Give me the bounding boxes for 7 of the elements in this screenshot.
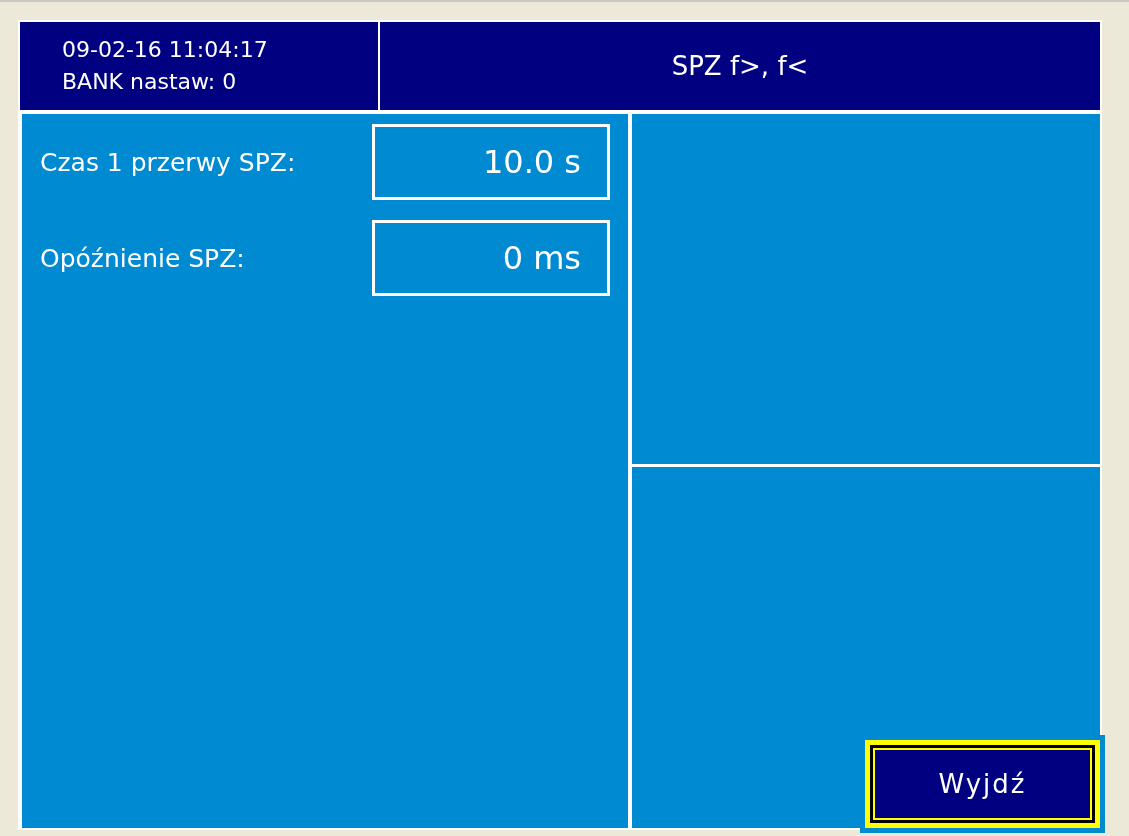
settings-bank: BANK nastaw: 0 bbox=[62, 68, 238, 96]
value-field[interactable]: 10.0 s bbox=[372, 124, 610, 200]
value-field[interactable]: 0 ms bbox=[372, 220, 610, 296]
setting-label: Czas 1 przerwy SPZ: bbox=[40, 147, 297, 177]
screen-title: SPZ f>, f< bbox=[671, 51, 809, 81]
setting-label: Opóźnienie SPZ: bbox=[40, 243, 246, 273]
date-time: 09-02-16 11:04:17 bbox=[62, 36, 269, 64]
